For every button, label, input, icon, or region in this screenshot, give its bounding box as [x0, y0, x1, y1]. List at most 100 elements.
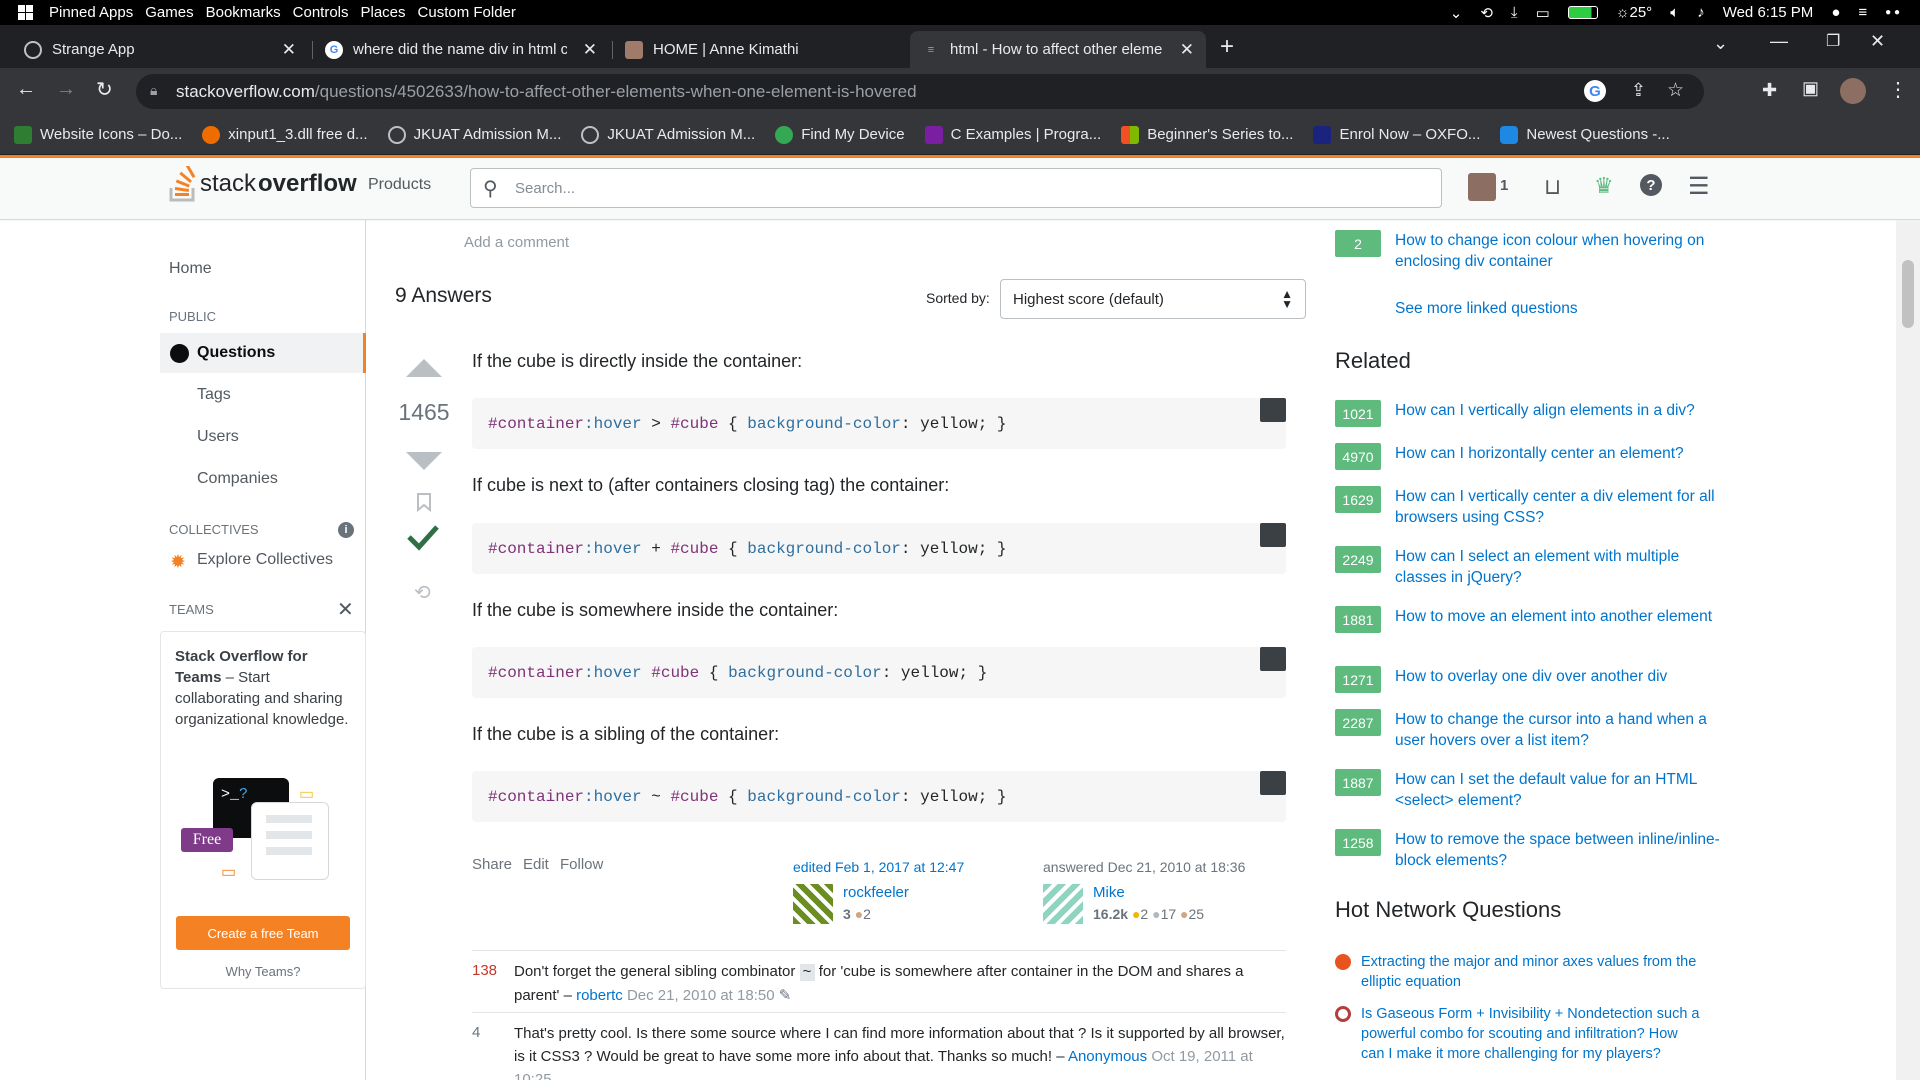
help-icon[interactable]: ? — [1640, 174, 1662, 196]
related-question[interactable]: 2249 How can I select an element with mul… — [1335, 546, 1725, 588]
tab-strange-app[interactable]: Strange App ✕ — [12, 31, 308, 68]
question-link[interactable]: How to change the cursor into a hand whe… — [1395, 709, 1725, 751]
question-link[interactable]: How to remove the space between inline/i… — [1395, 829, 1725, 871]
related-question[interactable]: 1258 How to remove the space between inli… — [1335, 829, 1725, 871]
follow-link[interactable]: Follow — [560, 856, 603, 873]
comment-user[interactable]: Anonymous — [1068, 1048, 1147, 1065]
tab-search-chevron-icon[interactable]: ⌄ — [1713, 33, 1728, 54]
question-link[interactable]: How can I vertically align elements in a… — [1395, 400, 1725, 427]
why-teams-link[interactable]: Why Teams? — [161, 964, 365, 979]
scrollbar-thumb[interactable] — [1902, 260, 1914, 328]
hot-question[interactable]: Extracting the major and minor axes valu… — [1335, 952, 1701, 992]
lock-icon[interactable]: 🔒︎ — [150, 82, 157, 99]
site-switcher-icon[interactable]: ☰ — [1688, 172, 1710, 201]
os-menu-custom-folder[interactable]: Custom Folder — [418, 4, 516, 21]
restore-icon[interactable]: ❐ — [1826, 31, 1840, 51]
profile-avatar[interactable] — [1840, 78, 1866, 104]
volume-icon[interactable]: 🔈︎ — [1670, 4, 1679, 21]
nav-explore-collectives[interactable]: Explore Collectives — [197, 551, 333, 569]
question-link[interactable]: How to move an element into another elem… — [1395, 606, 1725, 633]
stackoverflow-logo[interactable]: stack overflow — [168, 166, 357, 202]
author-username[interactable]: Mike — [1093, 884, 1125, 901]
close-icon[interactable]: ✕ — [282, 40, 296, 60]
edit-link[interactable]: Edit — [523, 856, 549, 873]
history-icon[interactable]: ⟲ — [1480, 4, 1493, 22]
nav-home[interactable]: Home — [169, 260, 212, 278]
related-question[interactable]: 4970 How can I horizontally center an ele… — [1335, 443, 1725, 470]
nav-tags[interactable]: Tags — [197, 386, 231, 404]
share-link[interactable]: Share — [472, 856, 512, 873]
question-link[interactable]: How can I horizontally center an element… — [1395, 443, 1725, 470]
author-avatar[interactable] — [1043, 884, 1083, 924]
question-link[interactable]: How can I vertically center a div elemen… — [1395, 486, 1725, 528]
revision-history-icon[interactable]: ⟲ — [414, 580, 431, 605]
page-scrollbar[interactable] — [1896, 220, 1920, 1080]
reload-icon[interactable]: ↻ — [96, 77, 113, 102]
question-link[interactable]: How to overlay one div over another div — [1395, 666, 1725, 693]
downvote-arrow-icon[interactable] — [404, 450, 444, 472]
hot-question-link[interactable]: Extracting the major and minor axes valu… — [1361, 952, 1701, 992]
clock[interactable]: Wed 6:15 PM — [1723, 4, 1814, 21]
os-menu-bookmarks[interactable]: Bookmarks — [206, 4, 281, 21]
share-icon[interactable]: ⇪ — [1631, 80, 1646, 101]
pencil-edit-icon[interactable]: ✎ — [779, 987, 792, 1004]
bookmark-item[interactable]: xinput1_3.dll free d... — [202, 125, 368, 144]
related-question[interactable]: 1021 How can I vertically align elements … — [1335, 400, 1725, 427]
info-icon[interactable]: i — [338, 522, 354, 538]
search-input[interactable]: ⚲ Search... — [470, 168, 1442, 208]
create-free-team-button[interactable]: Create a free Team — [176, 916, 350, 950]
nav-companies[interactable]: Companies — [197, 470, 278, 488]
nav-questions[interactable]: Questions — [160, 333, 366, 373]
hot-question-link[interactable]: Is Gaseous Form + Invisibility + Nondete… — [1361, 1004, 1701, 1064]
bookmark-item[interactable]: Beginner's Series to... — [1121, 125, 1293, 144]
upvote-arrow-icon[interactable] — [404, 357, 444, 379]
os-menu-places[interactable]: Places — [361, 4, 406, 21]
achievements-trophy-icon[interactable]: ♛ — [1594, 173, 1614, 199]
copy-code-icon[interactable] — [1260, 523, 1286, 547]
google-lens-icon[interactable]: G — [1584, 80, 1606, 102]
os-menu-pinned-apps[interactable]: Pinned Apps — [49, 4, 133, 21]
os-menu-games[interactable]: Games — [145, 4, 193, 21]
notification-bell-icon[interactable]: ♪ — [1697, 4, 1705, 21]
download-icon[interactable]: ⤓ — [1511, 4, 1518, 21]
related-question[interactable]: 2287 How to change the cursor into a hand… — [1335, 709, 1725, 751]
user-avatar[interactable] — [1468, 173, 1496, 201]
chevron-down-icon[interactable]: ⌄ — [1450, 4, 1463, 22]
dots-icon[interactable]: ● ● — [1885, 7, 1900, 18]
tab-google-search[interactable]: G where did the name div in html c ✕ — [313, 31, 609, 68]
tab-anne-kimathi[interactable]: HOME | Anne Kimathi — [613, 31, 909, 68]
related-question[interactable]: 1887 How can I set the default value for … — [1335, 769, 1725, 811]
windows-icon[interactable] — [18, 5, 33, 20]
editor-avatar[interactable] — [793, 884, 833, 924]
hot-question[interactable]: Is Gaseous Form + Invisibility + Nondete… — [1335, 1004, 1701, 1064]
bookmark-item[interactable]: Newest Questions -... — [1500, 125, 1670, 144]
edited-timestamp-link[interactable]: edited Feb 1, 2017 at 12:47 — [793, 859, 964, 875]
bookmark-icon[interactable] — [416, 492, 432, 512]
bookmark-item[interactable]: JKUAT Admission M... — [387, 125, 561, 144]
window-close-icon[interactable]: ✕ — [1870, 31, 1885, 52]
copy-code-icon[interactable] — [1260, 771, 1286, 795]
microphone-icon[interactable]: ● — [1831, 4, 1840, 21]
comment-user[interactable]: robertc — [576, 987, 623, 1004]
inbox-icon[interactable]: ⊔ — [1544, 174, 1561, 200]
sort-select[interactable]: Highest score (default) ▲ ▼ — [1000, 279, 1306, 319]
close-icon[interactable]: ✕ — [337, 597, 354, 622]
side-panel-icon[interactable]: ▣ — [1802, 78, 1819, 99]
bookmark-item[interactable]: C Examples | Progra... — [924, 125, 1101, 144]
bookmark-item[interactable]: Find My Device — [775, 125, 905, 144]
related-question[interactable]: 1629 How can I vertically center a div el… — [1335, 486, 1725, 528]
kebab-menu-icon[interactable]: ⋮ — [1888, 77, 1908, 102]
battery-icon[interactable] — [1567, 6, 1598, 19]
question-link[interactable]: How can I set the default value for an H… — [1395, 769, 1725, 811]
new-tab-plus-icon[interactable]: + — [1220, 33, 1234, 61]
close-icon[interactable]: ✕ — [583, 40, 597, 60]
add-comment-link[interactable]: Add a comment — [464, 234, 569, 251]
products-menu[interactable]: Products — [368, 176, 431, 194]
list-icon[interactable]: ≡ — [1858, 4, 1867, 21]
star-bookmark-icon[interactable]: ☆ — [1667, 79, 1684, 102]
related-question[interactable]: 1271 How to overlay one div over another … — [1335, 666, 1725, 693]
copy-code-icon[interactable] — [1260, 647, 1286, 671]
linked-question[interactable]: 2 How to change icon colour when hoverin… — [1335, 230, 1725, 272]
extensions-puzzle-icon[interactable]: ✚ — [1762, 80, 1777, 101]
back-arrow-icon[interactable]: ← — [16, 78, 36, 101]
